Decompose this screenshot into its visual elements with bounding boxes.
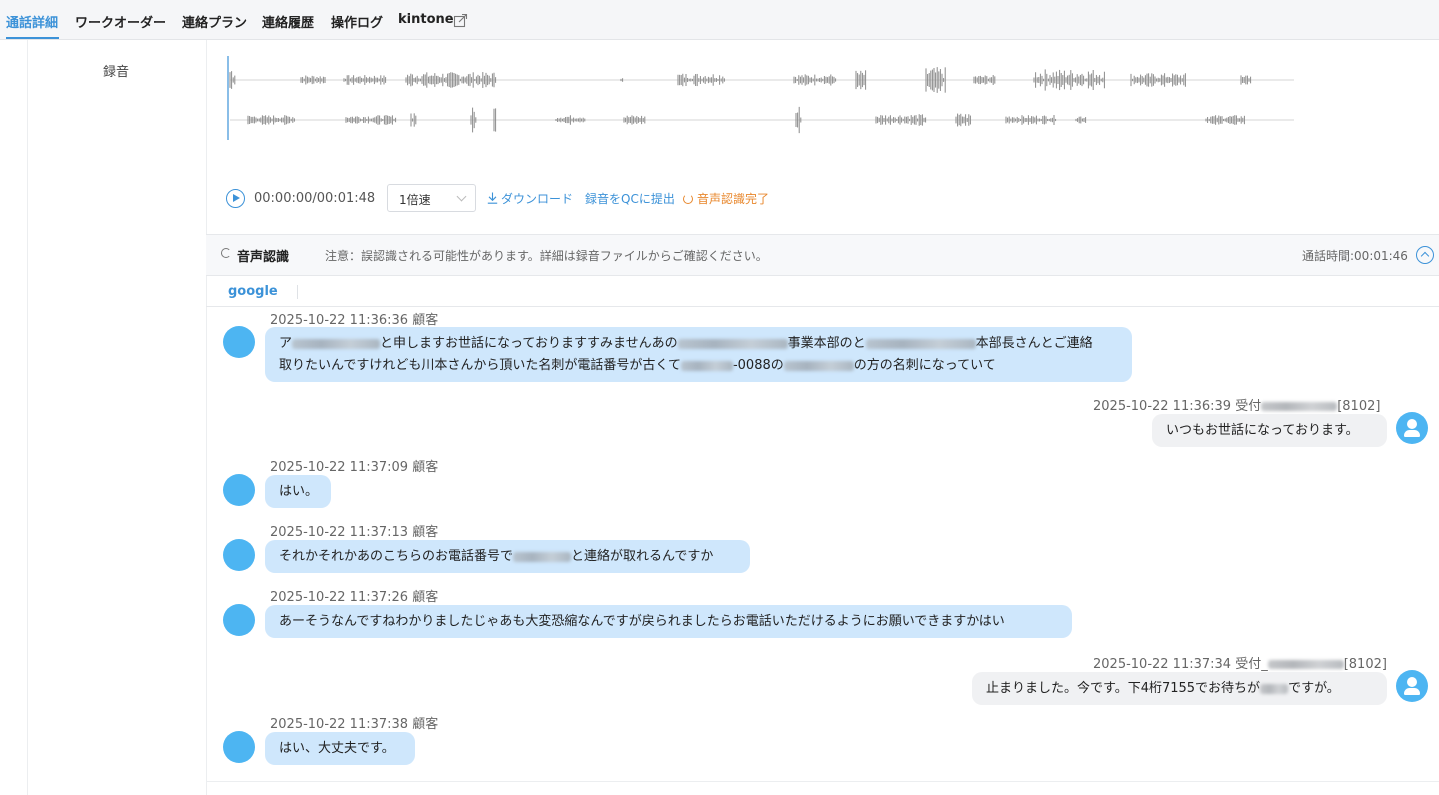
message-meta: 2025-10-22 11:36:36 顧客 — [270, 313, 439, 328]
message-text: と申しますお世話になっておりますすみませんあの — [380, 336, 678, 351]
speech-recognition-title: 音声認識 — [237, 250, 290, 265]
active-tab-indicator — [6, 37, 59, 39]
tab-contact-plan[interactable]: 連絡プラン — [182, 12, 247, 31]
redacted — [783, 360, 854, 371]
message-text: -0088の — [732, 358, 784, 373]
message-text: ですが。 — [1288, 681, 1340, 696]
playback-controls: 00:00:00/00:01:48 1倍速 ダウンロード 録音をQCに提出 音声… — [226, 184, 926, 214]
customer-message: はい。 — [265, 475, 331, 508]
customer-message: はい、大丈夫です。 — [265, 732, 415, 765]
divider — [206, 781, 1439, 782]
customer-avatar — [223, 731, 255, 763]
recording-label: 録音 — [103, 65, 130, 80]
agent-message: 止まりました。今です。下4桁7155でお待ちが ですが。 — [972, 672, 1387, 705]
message-meta: 2025-10-22 11:37:26 顧客 — [270, 590, 439, 605]
tab-operation-log[interactable]: 操作ログ — [331, 12, 383, 31]
play-button[interactable] — [226, 189, 245, 208]
customer-avatar — [223, 604, 255, 636]
message-text: 止まりました。今です。下4桁7155でお待ちが — [986, 681, 1261, 696]
divider — [297, 285, 298, 299]
customer-message: それかそれかあのこちらのお電話番号で と連絡が取れるんですか — [265, 540, 750, 573]
tab-call-detail[interactable]: 通話詳細 — [6, 12, 58, 31]
message-text: それかそれかあのこちらのお電話番号で — [279, 549, 514, 564]
speed-value: 1倍速 — [399, 193, 431, 207]
meta-text: [8102] — [1343, 657, 1387, 672]
redacted — [513, 551, 572, 562]
customer-avatar — [223, 326, 255, 358]
message-meta: 2025-10-22 11:37:34 受付_ [8102] — [1093, 653, 1387, 672]
redacted — [292, 338, 381, 349]
message-text: 本部長さんとご連絡 — [975, 336, 1093, 351]
tab-bar: 通話詳細 ワークオーダー 連絡プラン 連絡履歴 操作ログ kintone — [0, 0, 1439, 40]
tab-google[interactable]: google — [228, 284, 278, 299]
redacted — [865, 338, 976, 349]
message-text: ア — [279, 336, 293, 351]
message-text: の方の名刺になっていて — [853, 358, 996, 373]
message-meta: 2025-10-22 11:37:13 顧客 — [270, 525, 439, 540]
agent-avatar — [1396, 670, 1428, 702]
tab-kintone[interactable]: kintone — [398, 12, 454, 27]
meta-text: 2025-10-22 11:36:39 受付 — [1093, 399, 1262, 414]
message-meta: 2025-10-22 11:37:38 顧客 — [270, 717, 439, 732]
external-link-icon[interactable] — [453, 13, 468, 28]
redacted — [677, 338, 788, 349]
message-meta: 2025-10-22 11:36:39 受付 [8102] — [1093, 395, 1380, 414]
message-text: 取りたいんですけれども川本さんから頂いた名刺が電話番号が古くて — [279, 358, 681, 373]
customer-message: アと申しますお世話になっておりますすみませんあの 事業本部のと 本部長さんとご連絡 … — [265, 327, 1132, 382]
left-rail — [0, 40, 28, 795]
label-column — [27, 40, 207, 795]
agent-message: いつもお世話になっております。 — [1152, 414, 1387, 447]
redacted — [1261, 402, 1338, 411]
agent-avatar — [1396, 412, 1428, 444]
download-icon — [487, 192, 498, 204]
audio-waveform[interactable] — [226, 56, 1296, 146]
loading-icon — [221, 248, 231, 258]
customer-avatar — [223, 539, 255, 571]
collapse-button[interactable] — [1416, 246, 1434, 264]
download-link[interactable]: ダウンロード — [487, 190, 573, 207]
refresh-icon — [683, 194, 693, 204]
asr-status: 音声認識完了 — [683, 190, 769, 207]
meta-text: 2025-10-22 11:37:34 受付_ — [1093, 657, 1268, 672]
asr-status-label: 音声認識完了 — [697, 192, 770, 206]
message-text: 事業本部のと — [787, 336, 866, 351]
recognition-note: 注意：誤認識される可能性があります。詳細は録音ファイルからご確認ください。 — [325, 249, 768, 263]
tab-contact-history[interactable]: 連絡履歴 — [262, 12, 314, 31]
speed-select[interactable]: 1倍速 — [387, 184, 476, 212]
redacted — [680, 360, 733, 371]
engine-tabs: google — [206, 276, 1439, 307]
customer-message: あーそうなんですねわかりましたじゃあも大変恐縮なんですが戻られましたらお電話いた… — [265, 605, 1072, 638]
redacted — [1260, 683, 1289, 694]
redacted — [1267, 660, 1344, 669]
speech-recognition-header: 音声認識 注意：誤認識される可能性があります。詳細は録音ファイルからご確認くださ… — [206, 234, 1439, 276]
message-text: と連絡が取れるんですか — [571, 549, 714, 564]
playback-time: 00:00:00/00:01:48 — [254, 191, 376, 206]
call-duration: 通話時間:00:01:46 — [1302, 249, 1408, 263]
message-meta: 2025-10-22 11:37:09 顧客 — [270, 460, 439, 475]
customer-avatar — [223, 474, 255, 506]
tab-work-order[interactable]: ワークオーダー — [75, 12, 166, 31]
meta-text: [8102] — [1337, 399, 1381, 414]
download-label: ダウンロード — [501, 192, 574, 206]
submit-qc-link[interactable]: 録音をQCに提出 — [585, 190, 675, 207]
chevron-down-icon — [456, 191, 467, 202]
